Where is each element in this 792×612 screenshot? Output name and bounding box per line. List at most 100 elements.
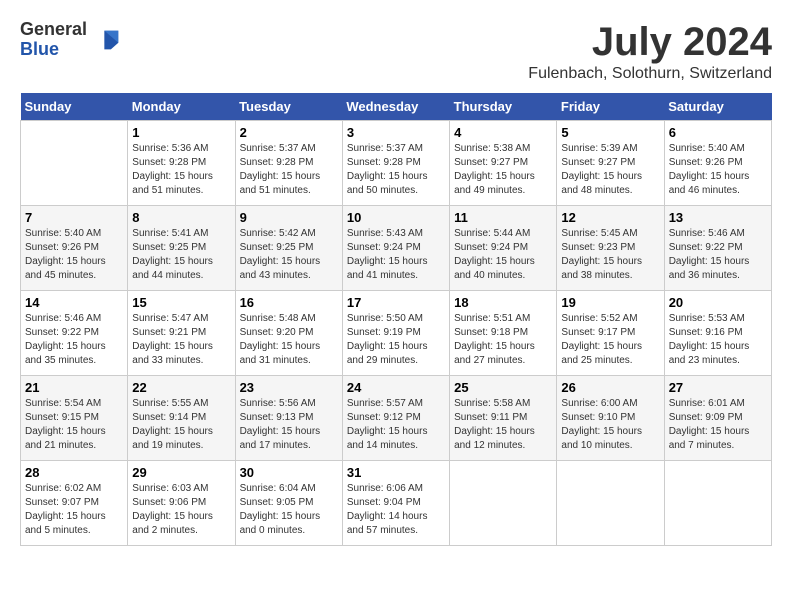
day-info: Sunrise: 5:46 AM Sunset: 9:22 PM Dayligh…: [25, 312, 123, 368]
header: General Blue July 2024 Fulenbach, Soloth…: [20, 20, 772, 83]
logo: General Blue: [20, 20, 123, 60]
day-number: 16: [240, 295, 338, 310]
day-number: 10: [347, 210, 445, 225]
calendar-week-row: 14 Sunrise: 5:46 AM Sunset: 9:22 PM Dayli…: [21, 291, 772, 376]
logo-general: General: [20, 20, 87, 40]
table-row: 12 Sunrise: 5:45 AM Sunset: 9:23 PM Dayli…: [557, 206, 664, 291]
table-row: 20 Sunrise: 5:53 AM Sunset: 9:16 PM Dayli…: [664, 291, 771, 376]
day-info: Sunrise: 5:47 AM Sunset: 9:21 PM Dayligh…: [132, 312, 230, 368]
table-row: 15 Sunrise: 5:47 AM Sunset: 9:21 PM Dayli…: [128, 291, 235, 376]
day-number: 9: [240, 210, 338, 225]
day-number: 4: [454, 125, 552, 140]
table-row: 6Sunrise: 5:40 AM Sunset: 9:26 PM Daylig…: [664, 121, 771, 206]
table-row: 9Sunrise: 5:42 AM Sunset: 9:25 PM Daylig…: [235, 206, 342, 291]
table-row: 27 Sunrise: 6:01 AM Sunset: 9:09 PM Dayli…: [664, 376, 771, 461]
table-row: 23 Sunrise: 5:56 AM Sunset: 9:13 PM Dayli…: [235, 376, 342, 461]
table-row: 10 Sunrise: 5:43 AM Sunset: 9:24 PM Dayli…: [342, 206, 449, 291]
day-number: 12: [561, 210, 659, 225]
table-row: [450, 461, 557, 546]
table-row: 14 Sunrise: 5:46 AM Sunset: 9:22 PM Dayli…: [21, 291, 128, 376]
table-row: 19 Sunrise: 5:52 AM Sunset: 9:17 PM Dayli…: [557, 291, 664, 376]
day-info: Sunrise: 5:36 AM Sunset: 9:28 PM Dayligh…: [132, 142, 230, 198]
logo-text: General Blue: [20, 20, 87, 60]
table-row: 3Sunrise: 5:37 AM Sunset: 9:28 PM Daylig…: [342, 121, 449, 206]
day-info: Sunrise: 5:53 AM Sunset: 9:16 PM Dayligh…: [669, 312, 767, 368]
day-info: Sunrise: 5:48 AM Sunset: 9:20 PM Dayligh…: [240, 312, 338, 368]
day-info: Sunrise: 5:56 AM Sunset: 9:13 PM Dayligh…: [240, 397, 338, 453]
day-number: 14: [25, 295, 123, 310]
header-saturday: Saturday: [664, 93, 771, 121]
day-number: 19: [561, 295, 659, 310]
day-info: Sunrise: 5:50 AM Sunset: 9:19 PM Dayligh…: [347, 312, 445, 368]
header-tuesday: Tuesday: [235, 93, 342, 121]
logo-icon: [95, 26, 123, 54]
day-info: Sunrise: 5:46 AM Sunset: 9:22 PM Dayligh…: [669, 227, 767, 283]
day-number: 26: [561, 380, 659, 395]
day-info: Sunrise: 5:58 AM Sunset: 9:11 PM Dayligh…: [454, 397, 552, 453]
day-number: 23: [240, 380, 338, 395]
table-row: 18 Sunrise: 5:51 AM Sunset: 9:18 PM Dayli…: [450, 291, 557, 376]
day-info: Sunrise: 5:39 AM Sunset: 9:27 PM Dayligh…: [561, 142, 659, 198]
table-row: 30 Sunrise: 6:04 AM Sunset: 9:05 PM Dayli…: [235, 461, 342, 546]
calendar-week-row: 28Sunrise: 6:02 AM Sunset: 9:07 PM Dayli…: [21, 461, 772, 546]
day-info: Sunrise: 6:06 AM Sunset: 9:04 PM Dayligh…: [347, 482, 445, 538]
day-number: 6: [669, 125, 767, 140]
day-number: 11: [454, 210, 552, 225]
title-area: July 2024 Fulenbach, Solothurn, Switzerl…: [528, 20, 772, 83]
table-row: 4Sunrise: 5:38 AM Sunset: 9:27 PM Daylig…: [450, 121, 557, 206]
day-number: 25: [454, 380, 552, 395]
day-info: Sunrise: 5:41 AM Sunset: 9:25 PM Dayligh…: [132, 227, 230, 283]
day-number: 2: [240, 125, 338, 140]
day-number: 30: [240, 465, 338, 480]
header-friday: Friday: [557, 93, 664, 121]
day-info: Sunrise: 6:04 AM Sunset: 9:05 PM Dayligh…: [240, 482, 338, 538]
header-sunday: Sunday: [21, 93, 128, 121]
day-number: 27: [669, 380, 767, 395]
day-number: 22: [132, 380, 230, 395]
table-row: 21Sunrise: 5:54 AM Sunset: 9:15 PM Dayli…: [21, 376, 128, 461]
day-info: Sunrise: 5:51 AM Sunset: 9:18 PM Dayligh…: [454, 312, 552, 368]
day-info: Sunrise: 5:55 AM Sunset: 9:14 PM Dayligh…: [132, 397, 230, 453]
day-number: 18: [454, 295, 552, 310]
weekday-header-row: Sunday Monday Tuesday Wednesday Thursday…: [21, 93, 772, 121]
table-row: 22 Sunrise: 5:55 AM Sunset: 9:14 PM Dayli…: [128, 376, 235, 461]
day-info: Sunrise: 5:40 AM Sunset: 9:26 PM Dayligh…: [25, 227, 123, 283]
table-row: 26Sunrise: 6:00 AM Sunset: 9:10 PM Dayli…: [557, 376, 664, 461]
day-info: Sunrise: 5:45 AM Sunset: 9:23 PM Dayligh…: [561, 227, 659, 283]
table-row: 11 Sunrise: 5:44 AM Sunset: 9:24 PM Dayli…: [450, 206, 557, 291]
table-row: 2 Sunrise: 5:37 AM Sunset: 9:28 PM Daylig…: [235, 121, 342, 206]
day-number: 8: [132, 210, 230, 225]
day-number: 21: [25, 380, 123, 395]
calendar-week-row: 1 Sunrise: 5:36 AM Sunset: 9:28 PM Daylig…: [21, 121, 772, 206]
day-number: 1: [132, 125, 230, 140]
table-row: 24Sunrise: 5:57 AM Sunset: 9:12 PM Dayli…: [342, 376, 449, 461]
table-row: 5 Sunrise: 5:39 AM Sunset: 9:27 PM Daylig…: [557, 121, 664, 206]
day-number: 15: [132, 295, 230, 310]
day-info: Sunrise: 5:37 AM Sunset: 9:28 PM Dayligh…: [240, 142, 338, 198]
day-info: Sunrise: 6:01 AM Sunset: 9:09 PM Dayligh…: [669, 397, 767, 453]
table-row: [557, 461, 664, 546]
day-number: 29: [132, 465, 230, 480]
location-title: Fulenbach, Solothurn, Switzerland: [528, 65, 772, 83]
calendar-week-row: 21Sunrise: 5:54 AM Sunset: 9:15 PM Dayli…: [21, 376, 772, 461]
table-row: [664, 461, 771, 546]
header-thursday: Thursday: [450, 93, 557, 121]
day-info: Sunrise: 5:57 AM Sunset: 9:12 PM Dayligh…: [347, 397, 445, 453]
day-info: Sunrise: 6:03 AM Sunset: 9:06 PM Dayligh…: [132, 482, 230, 538]
day-info: Sunrise: 5:43 AM Sunset: 9:24 PM Dayligh…: [347, 227, 445, 283]
logo-blue: Blue: [20, 40, 87, 60]
header-monday: Monday: [128, 93, 235, 121]
day-number: 5: [561, 125, 659, 140]
header-wednesday: Wednesday: [342, 93, 449, 121]
day-number: 3: [347, 125, 445, 140]
table-row: [21, 121, 128, 206]
table-row: 13Sunrise: 5:46 AM Sunset: 9:22 PM Dayli…: [664, 206, 771, 291]
day-number: 17: [347, 295, 445, 310]
calendar-week-row: 7Sunrise: 5:40 AM Sunset: 9:26 PM Daylig…: [21, 206, 772, 291]
table-row: 29 Sunrise: 6:03 AM Sunset: 9:06 PM Dayli…: [128, 461, 235, 546]
table-row: 25 Sunrise: 5:58 AM Sunset: 9:11 PM Dayli…: [450, 376, 557, 461]
day-info: Sunrise: 5:52 AM Sunset: 9:17 PM Dayligh…: [561, 312, 659, 368]
day-info: Sunrise: 5:44 AM Sunset: 9:24 PM Dayligh…: [454, 227, 552, 283]
table-row: 16 Sunrise: 5:48 AM Sunset: 9:20 PM Dayli…: [235, 291, 342, 376]
day-number: 20: [669, 295, 767, 310]
